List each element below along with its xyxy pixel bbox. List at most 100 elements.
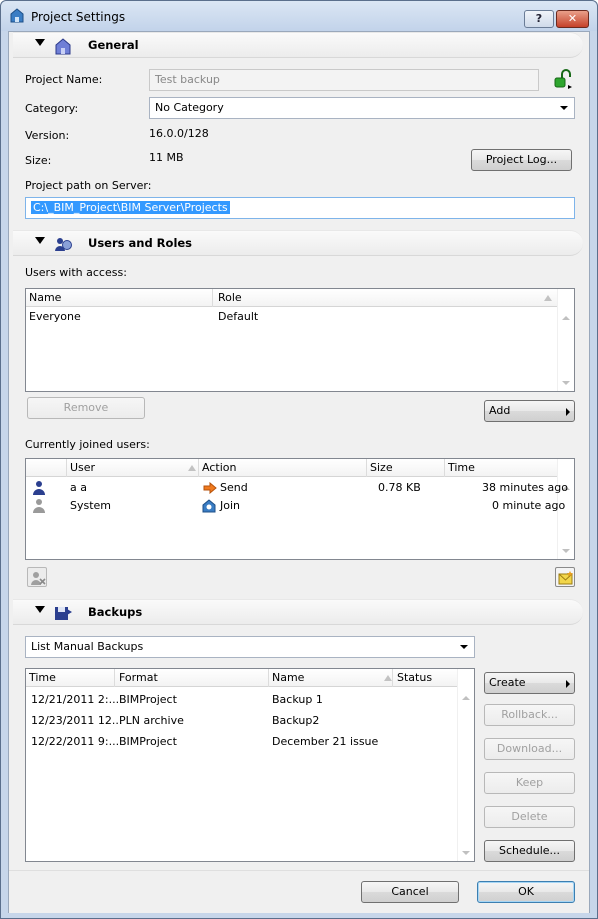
- close-button[interactable]: ✕: [556, 10, 589, 28]
- joined-size-cell: 0.78 KB: [378, 481, 421, 494]
- joined-user-cell: a a: [70, 481, 87, 494]
- table-row[interactable]: 12/21/2011 2:... BIMProject Backup 1: [26, 690, 457, 710]
- backups-scrollbar[interactable]: [457, 669, 474, 861]
- general-section-header[interactable]: General: [13, 32, 583, 58]
- schedule-button[interactable]: Schedule...: [484, 840, 575, 862]
- add-button[interactable]: Add: [484, 400, 575, 422]
- users-access-scrollbar[interactable]: [557, 289, 574, 391]
- column-header-name[interactable]: Name: [272, 671, 304, 684]
- dialog-content: General Project Name: Test backup Catego…: [8, 31, 590, 913]
- project-settings-window: Project Settings ? ✕ General Project Nam…: [0, 0, 598, 919]
- column-separator: [66, 459, 67, 477]
- column-header-time[interactable]: Time: [29, 671, 56, 684]
- app-icon: [10, 8, 24, 23]
- size-value: 11 MB: [149, 151, 184, 164]
- users-roles-title: Users and Roles: [88, 236, 193, 250]
- collapse-triangle-icon[interactable]: [35, 39, 45, 46]
- create-backup-button[interactable]: Create: [484, 672, 575, 694]
- backups-header: Time Format Name Status: [26, 669, 457, 687]
- joined-users-list[interactable]: User Action Size Time a a Send 0.78 KB 3…: [25, 458, 575, 560]
- chevron-down-icon: [460, 645, 468, 649]
- category-select[interactable]: No Category: [149, 97, 575, 119]
- sort-ascending-icon: [544, 295, 552, 301]
- sort-ascending-icon: [384, 675, 392, 681]
- column-separator: [212, 289, 213, 307]
- column-header-format[interactable]: Format: [119, 671, 158, 684]
- joined-time-cell: 38 minutes ago: [482, 481, 568, 494]
- column-separator: [366, 459, 367, 477]
- keep-button[interactable]: Keep: [484, 772, 575, 794]
- joined-time-cell: 0 minute ago: [492, 499, 566, 512]
- users-icon: [55, 238, 72, 251]
- table-row[interactable]: 12/23/2011 12... PLN archive Backup2: [26, 711, 457, 731]
- house-icon: [55, 38, 71, 55]
- backup-format-cell: PLN archive: [119, 714, 184, 727]
- users-access-header: Name Role: [26, 289, 557, 307]
- sort-ascending-icon: [188, 465, 196, 471]
- backup-name-cell: Backup2: [272, 714, 320, 727]
- project-log-button[interactable]: Project Log...: [471, 149, 572, 171]
- column-separator: [114, 669, 115, 687]
- remove-user-icon: [31, 572, 46, 585]
- backup-filter-select[interactable]: List Manual Backups: [25, 636, 475, 658]
- users-roles-section-header[interactable]: Users and Roles: [13, 230, 583, 256]
- backup-name-cell: December 21 issue: [272, 735, 379, 748]
- version-label: Version:: [25, 129, 70, 142]
- collapse-triangle-icon[interactable]: [35, 237, 45, 244]
- join-icon: [202, 499, 216, 513]
- scroll-up-icon[interactable]: [562, 316, 570, 320]
- column-header-name[interactable]: Name: [29, 291, 61, 304]
- lock-icon[interactable]: [552, 69, 574, 91]
- table-row[interactable]: System Join 0 minute ago: [26, 497, 565, 515]
- project-path-field[interactable]: C:\_BIM_Project\BIM Server\Projects: [25, 197, 575, 219]
- delete-button[interactable]: Delete: [484, 806, 575, 828]
- cancel-button[interactable]: Cancel: [361, 881, 459, 903]
- joined-users-label: Currently joined users:: [25, 438, 150, 451]
- project-name-input[interactable]: Test backup: [149, 69, 539, 91]
- create-button-label: Create: [489, 676, 526, 689]
- column-separator: [268, 669, 269, 687]
- help-button[interactable]: ?: [524, 10, 554, 28]
- backup-time-cell: 12/21/2011 2:...: [31, 693, 120, 706]
- title-bar[interactable]: Project Settings ? ✕: [1, 1, 597, 31]
- general-title: General: [88, 38, 139, 52]
- disconnect-user-button[interactable]: [27, 567, 47, 587]
- users-access-list[interactable]: Name Role Everyone Default: [25, 288, 575, 392]
- version-value: 16.0.0/128: [149, 127, 209, 140]
- column-header-action[interactable]: Action: [202, 461, 236, 474]
- project-path-label: Project path on Server:: [25, 179, 152, 192]
- column-header-size[interactable]: Size: [370, 461, 393, 474]
- backup-format-cell: BIMProject: [119, 735, 177, 748]
- scroll-up-icon[interactable]: [462, 696, 470, 700]
- remove-button[interactable]: Remove: [27, 397, 145, 419]
- column-header-time[interactable]: Time: [448, 461, 475, 474]
- backup-time-cell: 12/23/2011 12...: [31, 714, 123, 727]
- download-button[interactable]: Download...: [484, 738, 575, 760]
- rollback-button[interactable]: Rollback...: [484, 704, 575, 726]
- backups-list[interactable]: Time Format Name Status 12/21/2011 2:...…: [25, 668, 475, 862]
- project-path-value: C:\_BIM_Project\BIM Server\Projects: [31, 201, 230, 214]
- backup-filter-value: List Manual Backups: [31, 640, 144, 653]
- backups-section-header[interactable]: Backups: [13, 599, 583, 625]
- column-header-status[interactable]: Status: [397, 671, 432, 684]
- send-arrow-icon: [203, 482, 217, 494]
- table-row[interactable]: a a Send 0.78 KB 38 minutes ago: [26, 479, 568, 497]
- send-message-button[interactable]: [555, 567, 575, 587]
- column-header-role[interactable]: Role: [218, 291, 242, 304]
- table-row[interactable]: 12/22/2011 9:... BIMProject December 21 …: [26, 732, 457, 752]
- column-separator: [444, 459, 445, 477]
- scroll-down-icon[interactable]: [462, 851, 470, 855]
- users-access-label: Users with access:: [25, 266, 127, 279]
- backup-disk-icon: [55, 607, 72, 620]
- submenu-arrow-icon: [566, 408, 570, 416]
- add-button-label: Add: [489, 404, 511, 417]
- user-name-cell: Everyone: [29, 310, 81, 323]
- collapse-triangle-icon[interactable]: [35, 606, 45, 613]
- table-row[interactable]: Everyone Default: [26, 308, 557, 326]
- submenu-arrow-icon: [566, 680, 570, 688]
- scroll-down-icon[interactable]: [562, 381, 570, 385]
- scroll-down-icon[interactable]: [562, 549, 570, 553]
- column-header-user[interactable]: User: [70, 461, 95, 474]
- ok-button[interactable]: OK: [477, 881, 575, 903]
- backup-format-cell: BIMProject: [119, 693, 177, 706]
